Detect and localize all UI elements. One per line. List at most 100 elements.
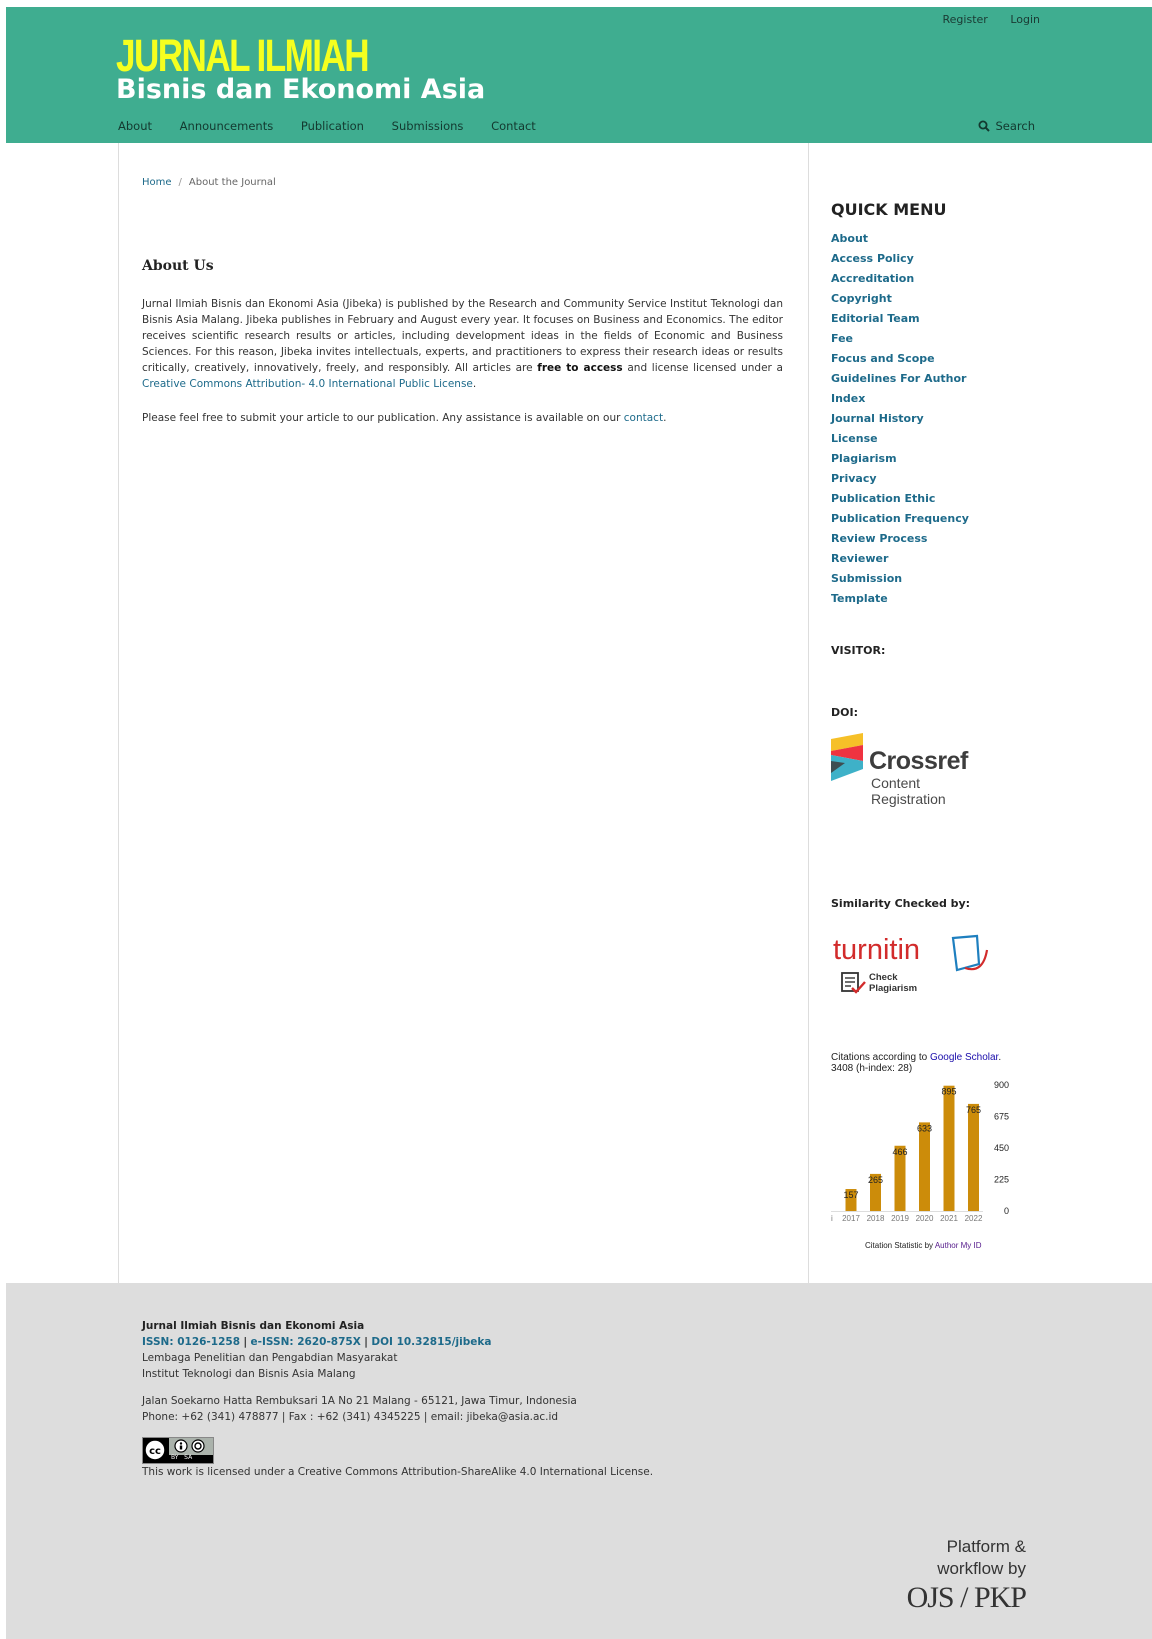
site-logo-subtitle[interactable]: Bisnis dan Ekonomi Asia	[116, 76, 485, 103]
crossref-icon	[831, 733, 863, 781]
license-link[interactable]: This work is licensed under a Creative C…	[142, 1464, 653, 1480]
x-tick-label-2019: 2019	[891, 1214, 909, 1223]
page-title: About Us	[142, 258, 214, 274]
similarity-label: Similarity Checked by:	[831, 897, 971, 910]
y-tick-label-0: 0	[1004, 1206, 1009, 1216]
footer-org-1: Lembaga Penelitian dan Pengabdian Masyar…	[142, 1352, 398, 1364]
y-tick-label-675: 675	[994, 1112, 1009, 1122]
quick-menu-plagiarism[interactable]: Plagiarism	[831, 449, 1041, 469]
quick-menu-template[interactable]: Template	[831, 589, 1041, 609]
quick-menu-access-policy[interactable]: Access Policy	[831, 249, 1041, 269]
turnitin-logo[interactable]: turnitin Check Plagiarism	[831, 934, 991, 996]
quick-menu-accreditation[interactable]: Accreditation	[831, 269, 1041, 289]
quick-menu-submission[interactable]: Submission	[831, 569, 1041, 589]
quick-menu-focus-scope[interactable]: Focus and Scope	[831, 349, 1041, 369]
x-tick-label-2021: 2021	[940, 1214, 958, 1223]
quick-menu-guidelines[interactable]: Guidelines For Author	[831, 369, 1041, 389]
nav-publication[interactable]: Publication	[301, 119, 364, 133]
cc-license-link[interactable]: Creative Commons Attribution- 4.0 Intern…	[142, 378, 473, 390]
site-header: Register Login JURNAL ILMIAH Bisnis dan …	[6, 7, 1152, 143]
breadcrumb-current: About the Journal	[188, 177, 276, 188]
nav-announcements[interactable]: Announcements	[180, 119, 274, 133]
citation-credit-prefix: Citation Statistic by	[865, 1241, 935, 1250]
footer-contact: Phone: +62 (341) 478877 | Fax : +62 (341…	[142, 1411, 559, 1423]
quick-menu-license[interactable]: License	[831, 429, 1041, 449]
cc-by-sa-badge[interactable]: cc BY SA	[142, 1437, 214, 1464]
breadcrumb-home[interactable]: Home	[142, 177, 172, 188]
quick-menu-editorial-team[interactable]: Editorial Team	[831, 309, 1041, 329]
chart-bar-2020	[919, 1122, 930, 1211]
citations-total: 3408 (h-index: 28)	[831, 1063, 913, 1074]
y-tick-label-900: 900	[994, 1080, 1009, 1090]
quick-menu-title: QUICK MENU	[831, 200, 947, 219]
quick-menu-privacy[interactable]: Privacy	[831, 469, 1041, 489]
breadcrumb-separator: /	[178, 177, 182, 188]
nav-about[interactable]: About	[118, 119, 152, 133]
search-button[interactable]: Search	[978, 119, 1035, 133]
x-tick-label-2018: 2018	[867, 1214, 885, 1223]
data-label-2022: 765	[966, 1105, 981, 1115]
register-link[interactable]: Register	[943, 13, 988, 26]
user-nav: Register Login	[924, 13, 1040, 26]
turnitin-sub-1: Check	[869, 972, 898, 983]
quick-menu-journal-history[interactable]: Journal History	[831, 409, 1041, 429]
quick-menu-review-process[interactable]: Review Process	[831, 529, 1041, 549]
author-my-id-link[interactable]: Author My ID	[935, 1241, 982, 1250]
data-label-2017: 157	[843, 1190, 858, 1200]
site-footer: Jurnal Ilmiah Bisnis dan Ekonomi Asia IS…	[6, 1283, 1152, 1639]
turnitin-name: turnitin	[833, 934, 921, 966]
submit-text-end: .	[663, 412, 667, 424]
crossref-logo[interactable]: Crossref Content Registration	[831, 733, 981, 813]
eissn-link[interactable]: e-ISSN: 2620-875X	[251, 1336, 361, 1348]
quick-menu-fee[interactable]: Fee	[831, 329, 1041, 349]
login-link[interactable]: Login	[1010, 13, 1040, 26]
visitor-label: VISITOR:	[831, 644, 886, 657]
search-label: Search	[995, 119, 1035, 133]
footer-org-2: Institut Teknologi dan Bisnis Asia Malan…	[142, 1368, 356, 1380]
quick-menu-reviewer[interactable]: Reviewer	[831, 549, 1041, 569]
quick-menu-copyright[interactable]: Copyright	[831, 289, 1041, 309]
quick-menu-about[interactable]: About	[831, 229, 1041, 249]
google-scholar-link[interactable]: Google Scholar	[930, 1052, 998, 1063]
cc-badge-label: BY SA	[171, 1454, 193, 1461]
nav-contact[interactable]: Contact	[491, 119, 536, 133]
citations-header: Citations according to Google Scholar.	[831, 1052, 1031, 1063]
y-tick-label-450: 450	[994, 1143, 1009, 1153]
doi-link[interactable]: DOI 10.32815/jibeka	[371, 1336, 491, 1348]
citations-prefix: Citations according to	[831, 1052, 930, 1063]
issn-link[interactable]: ISSN: 0126-1258	[142, 1336, 240, 1348]
crossref-name: Crossref	[869, 747, 968, 775]
citations-bar-chart: i 157 2017 265 2018 466 2019 633 2020 895 2021 765 2…	[831, 1080, 1009, 1223]
pkp-logo[interactable]: Platform & workflow by OJS / PKP	[906, 1536, 1027, 1616]
data-label-2020: 633	[917, 1123, 932, 1133]
about-paragraph: Jurnal Ilmiah Bisnis dan Ekonomi Asia (J…	[142, 296, 783, 392]
turnitin-sub-2: Plagiarism	[869, 983, 918, 994]
turnitin-paper-icon	[951, 934, 989, 972]
crossref-subtitle-2: Registration	[871, 791, 946, 807]
footer-address: Jalan Soekarno Hatta Rembuksari 1A No 21…	[142, 1395, 577, 1407]
citations-suffix: .	[998, 1052, 1002, 1063]
data-label-2019: 466	[892, 1147, 907, 1157]
svg-text:cc: cc	[149, 1446, 161, 1457]
data-label-2018: 265	[868, 1175, 883, 1185]
pkp-line-1: Platform &	[946, 1537, 1026, 1556]
data-label-2021: 895	[941, 1087, 956, 1097]
identifier-separator: |	[364, 1336, 369, 1348]
doi-label: DOI:	[831, 706, 858, 719]
site-logo-title[interactable]: JURNAL ILMIAH	[116, 33, 370, 78]
pkp-line-3: OJS / PKP	[906, 1581, 1027, 1614]
identifier-separator: |	[243, 1336, 248, 1348]
y-tick-label-225: 225	[994, 1175, 1009, 1185]
footer-journal-name: Jurnal Ilmiah Bisnis dan Ekonomi Asia	[142, 1320, 365, 1332]
free-access-emphasis: free to access	[537, 362, 623, 374]
about-text-end: .	[472, 378, 477, 390]
about-text-part2: and license licensed under a	[622, 362, 783, 374]
submit-paragraph: Please feel free to submit your article …	[142, 410, 783, 426]
quick-menu-index[interactable]: Index	[831, 389, 1041, 409]
contact-link[interactable]: contact	[624, 412, 663, 424]
pkp-line-2: workflow by	[937, 1559, 1026, 1578]
citation-statistic-credit: Citation Statistic by Author My ID	[865, 1241, 982, 1250]
quick-menu-publication-frequency[interactable]: Publication Frequency	[831, 509, 1041, 529]
nav-submissions[interactable]: Submissions	[392, 119, 464, 133]
quick-menu-publication-ethic[interactable]: Publication Ethic	[831, 489, 1041, 509]
